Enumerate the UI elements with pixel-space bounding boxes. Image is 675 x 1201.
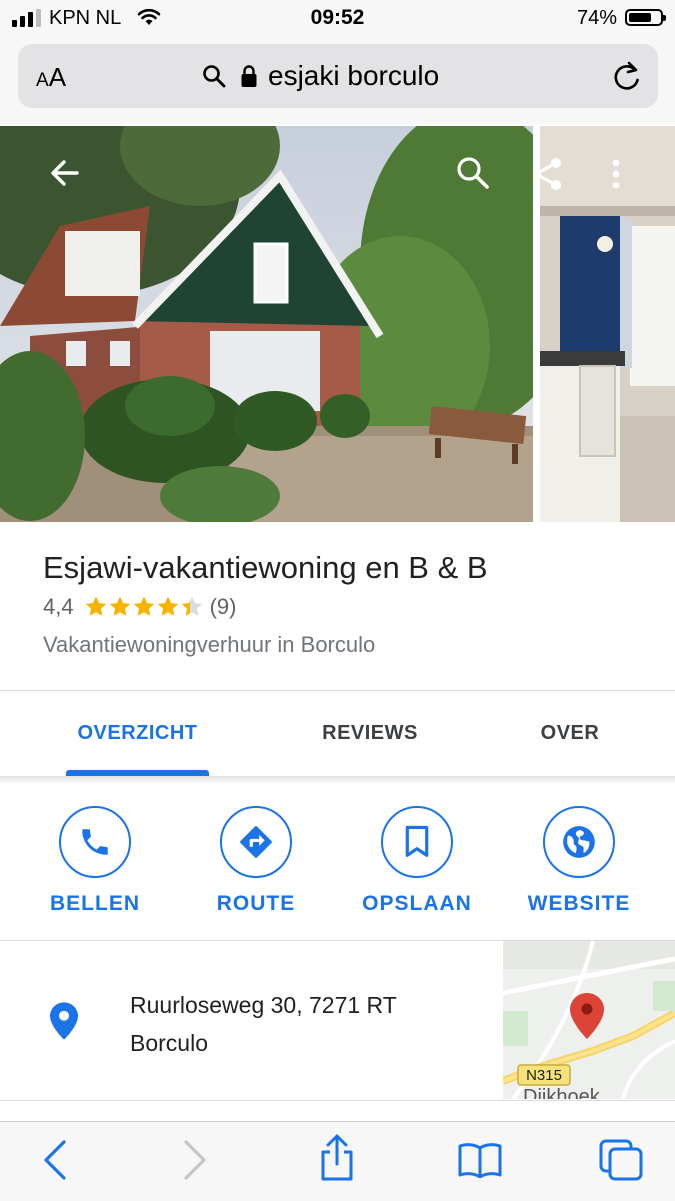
address[interactable]: Ruurloseweg 30, 7271 RT Borculo	[130, 986, 397, 1062]
more-vert-icon[interactable]	[608, 156, 624, 192]
tab-overzicht[interactable]: OVERZICHT	[66, 722, 209, 745]
call-button[interactable]: BELLEN	[20, 806, 170, 916]
share-icon[interactable]	[318, 1134, 356, 1182]
place-photo-2[interactable]	[540, 126, 675, 522]
star-icon	[181, 596, 202, 616]
divider	[0, 690, 675, 691]
search-icon	[203, 65, 226, 88]
globe-icon	[563, 826, 595, 858]
tab-over[interactable]: OVER	[520, 722, 620, 745]
browser-address-area: AA esjaki borculo	[0, 38, 675, 124]
browser-toolbar	[0, 1121, 675, 1201]
road-label: N315	[526, 1067, 562, 1084]
text-size-button[interactable]: AA	[36, 62, 66, 93]
directions-icon	[240, 826, 272, 858]
bookmarks-icon[interactable]	[458, 1142, 502, 1178]
route-button[interactable]: ROUTE	[181, 806, 331, 916]
url-text: esjaki borculo	[268, 60, 440, 91]
map-place-label: Dijkhoek	[523, 1086, 601, 1099]
share-icon[interactable]	[540, 156, 564, 192]
forward-icon[interactable]	[182, 1139, 208, 1181]
call-label: BELLEN	[50, 892, 140, 915]
photo-strip[interactable]	[0, 126, 675, 522]
rating-value: 4,4	[43, 594, 74, 619]
star-icon	[109, 596, 130, 616]
star-icon	[157, 596, 178, 616]
review-count: (9)	[209, 594, 237, 619]
save-label: OPSLAAN	[362, 892, 472, 915]
tab-bar-shadow	[0, 776, 675, 784]
phone-icon	[82, 829, 108, 855]
star-icon	[85, 596, 106, 616]
location-pin-icon	[50, 1002, 78, 1040]
tab-reviews[interactable]: REVIEWS	[300, 722, 440, 745]
battery-icon	[625, 9, 666, 26]
website-label: WEBSITE	[527, 892, 631, 915]
divider	[0, 1100, 675, 1101]
rating-stars	[84, 595, 204, 619]
back-icon[interactable]	[42, 1139, 68, 1181]
clock: 09:52	[310, 6, 365, 29]
route-label: ROUTE	[216, 892, 296, 915]
map-thumbnail[interactable]: N315 Dijkhoek	[503, 941, 675, 1099]
search-icon[interactable]	[456, 156, 490, 190]
website-button[interactable]: WEBSITE	[504, 806, 654, 916]
place-category: Vakantiewoningverhuur in Borculo	[43, 632, 376, 657]
place-photo[interactable]	[0, 126, 533, 522]
tabs-icon[interactable]	[598, 1138, 644, 1182]
address-line-2: Borculo	[130, 1030, 208, 1056]
star-icon	[133, 596, 154, 616]
bookmark-icon	[405, 825, 429, 857]
back-arrow-icon[interactable]	[48, 156, 82, 190]
rating-row[interactable]: 4,4 (9)	[43, 594, 236, 620]
address-line-1: Ruurloseweg 30, 7271 RT	[130, 992, 397, 1018]
status-bar: KPN NL 09:52 74%	[0, 0, 675, 38]
address-bar[interactable]: AA esjaki borculo	[18, 44, 658, 108]
lock-icon	[241, 65, 257, 87]
reload-icon[interactable]	[612, 60, 642, 92]
battery-percentage: 74%	[576, 7, 617, 29]
save-button[interactable]: OPSLAAN	[342, 806, 492, 916]
place-title: Esjawi-vakantiewoning en B & B	[43, 550, 488, 585]
